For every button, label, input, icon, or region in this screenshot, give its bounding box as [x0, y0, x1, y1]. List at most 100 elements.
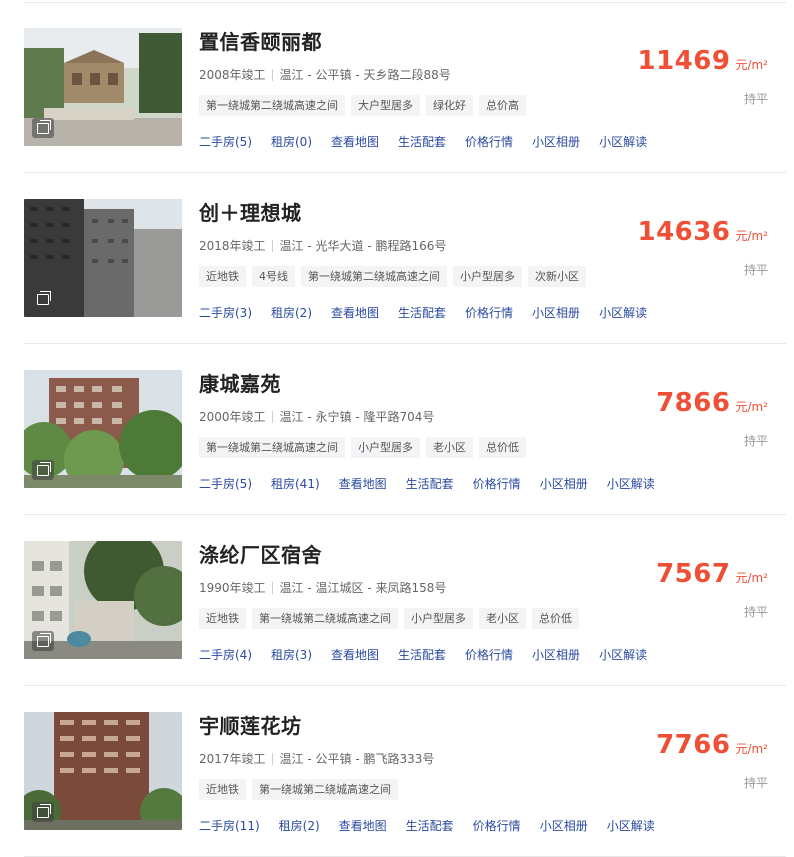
- average-price: 7866: [656, 388, 731, 418]
- analysis-link[interactable]: 小区解读: [607, 475, 655, 492]
- rental-link[interactable]: 租房(41): [271, 475, 320, 492]
- community-address: 温江 - 永宁镇 - 隆平路704号: [279, 410, 435, 424]
- tag: 总价高: [479, 95, 526, 116]
- community-name[interactable]: 创＋理想城: [199, 197, 302, 226]
- price-unit: 元/m²: [735, 400, 768, 414]
- meta-divider: [271, 752, 273, 765]
- amenities-link[interactable]: 生活配套: [406, 475, 454, 492]
- price-trend-link[interactable]: 价格行情: [465, 304, 513, 321]
- community-item: 宇顺莲花坊 2017年竣工 温江 - 公平镇 - 鹏飞路333号 近地铁 第一绕…: [0, 686, 794, 857]
- community-meta: 2017年竣工 温江 - 公平镇 - 鹏飞路333号: [199, 750, 434, 767]
- community-name[interactable]: 宇顺莲花坊: [199, 710, 302, 739]
- analysis-link[interactable]: 小区解读: [599, 646, 647, 663]
- secondhand-link[interactable]: 二手房(4): [199, 646, 252, 663]
- tag: 小户型居多: [351, 437, 420, 458]
- map-link[interactable]: 查看地图: [331, 133, 379, 150]
- price-trend-link[interactable]: 价格行情: [473, 475, 521, 492]
- build-year: 2000年竣工: [199, 410, 266, 424]
- album-link[interactable]: 小区相册: [532, 133, 580, 150]
- tag: 大户型居多: [351, 95, 420, 116]
- price-unit: 元/m²: [735, 58, 768, 72]
- album-link[interactable]: 小区相册: [532, 304, 580, 321]
- price-trend: 持平: [743, 605, 768, 619]
- price-block: 7766 元/m²: [656, 730, 768, 760]
- average-price: 14636: [637, 217, 731, 247]
- price-trend: 持平: [743, 434, 768, 448]
- price-trend-link[interactable]: 价格行情: [465, 646, 513, 663]
- community-meta: 2008年竣工 温江 - 公平镇 - 天乡路二段88号: [199, 66, 451, 83]
- map-link[interactable]: 查看地图: [339, 475, 387, 492]
- meta-divider: [271, 581, 273, 594]
- community-name[interactable]: 涤纶厂区宿舍: [199, 539, 322, 568]
- rental-link[interactable]: 租房(3): [271, 646, 312, 663]
- tag: 近地铁: [199, 266, 246, 287]
- secondhand-link[interactable]: 二手房(11): [199, 817, 260, 834]
- community-name[interactable]: 置信香颐丽都: [199, 26, 322, 55]
- price-trend-link[interactable]: 价格行情: [465, 133, 513, 150]
- build-year: 1990年竣工: [199, 581, 266, 595]
- tag: 小户型居多: [404, 608, 473, 629]
- community-item: 涤纶厂区宿舍 1990年竣工 温江 - 温江城区 - 来凤路158号 近地铁 第…: [0, 515, 794, 686]
- rental-link[interactable]: 租房(2): [271, 304, 312, 321]
- price-trend: 持平: [743, 92, 768, 106]
- tag-list: 近地铁 第一绕城第二绕城高速之间: [199, 779, 398, 800]
- meta-divider: [271, 239, 273, 252]
- map-link[interactable]: 查看地图: [339, 817, 387, 834]
- community-photo[interactable]: [24, 370, 182, 488]
- analysis-link[interactable]: 小区解读: [599, 133, 647, 150]
- analysis-link[interactable]: 小区解读: [607, 817, 655, 834]
- community-name[interactable]: 康城嘉苑: [199, 368, 281, 397]
- community-meta: 2018年竣工 温江 - 光华大道 - 鹏程路166号: [199, 237, 446, 254]
- community-item: 康城嘉苑 2000年竣工 温江 - 永宁镇 - 隆平路704号 第一绕城第二绕城…: [0, 344, 794, 515]
- photo-album-icon: [32, 802, 54, 822]
- community-photo[interactable]: [24, 541, 182, 659]
- map-link[interactable]: 查看地图: [331, 304, 379, 321]
- tag: 第一绕城第二绕城高速之间: [199, 95, 345, 116]
- secondhand-link[interactable]: 二手房(5): [199, 475, 252, 492]
- amenities-link[interactable]: 生活配套: [398, 646, 446, 663]
- community-meta: 1990年竣工 温江 - 温江城区 - 来凤路158号: [199, 579, 446, 596]
- community-address: 温江 - 公平镇 - 鹏飞路333号: [279, 752, 435, 766]
- community-address: 温江 - 温江城区 - 来凤路158号: [279, 581, 447, 595]
- tag: 总价低: [479, 437, 526, 458]
- secondhand-link[interactable]: 二手房(5): [199, 133, 252, 150]
- album-link[interactable]: 小区相册: [540, 817, 588, 834]
- photo-album-icon: [32, 631, 54, 651]
- tag: 小户型居多: [453, 266, 522, 287]
- rental-link[interactable]: 租房(2): [279, 817, 320, 834]
- price-trend: 持平: [743, 263, 768, 277]
- price-unit: 元/m²: [735, 571, 768, 585]
- community-photo[interactable]: [24, 712, 182, 830]
- price-trend: 持平: [743, 776, 768, 790]
- album-link[interactable]: 小区相册: [532, 646, 580, 663]
- amenities-link[interactable]: 生活配套: [398, 133, 446, 150]
- price-trend-link[interactable]: 价格行情: [473, 817, 521, 834]
- community-photo[interactable]: [24, 28, 182, 146]
- price-block: 14636 元/m²: [637, 217, 768, 247]
- build-year: 2018年竣工: [199, 239, 266, 253]
- tag: 绿化好: [426, 95, 473, 116]
- tag: 老小区: [479, 608, 526, 629]
- tag-list: 第一绕城第二绕城高速之间 小户型居多 老小区 总价低: [199, 437, 526, 458]
- amenities-link[interactable]: 生活配套: [406, 817, 454, 834]
- tag-list: 近地铁 4号线 第一绕城第二绕城高速之间 小户型居多 次新小区: [199, 266, 586, 287]
- price-unit: 元/m²: [735, 229, 768, 243]
- action-links: 二手房(5) 租房(0) 查看地图 生活配套 价格行情 小区相册 小区解读: [199, 133, 647, 150]
- tag-list: 第一绕城第二绕城高速之间 大户型居多 绿化好 总价高: [199, 95, 526, 116]
- album-link[interactable]: 小区相册: [540, 475, 588, 492]
- build-year: 2008年竣工: [199, 68, 266, 82]
- analysis-link[interactable]: 小区解读: [599, 304, 647, 321]
- tag: 次新小区: [528, 266, 586, 287]
- build-year: 2017年竣工: [199, 752, 266, 766]
- community-photo[interactable]: [24, 199, 182, 317]
- amenities-link[interactable]: 生活配套: [398, 304, 446, 321]
- tag: 4号线: [252, 266, 295, 287]
- map-link[interactable]: 查看地图: [331, 646, 379, 663]
- tag: 老小区: [426, 437, 473, 458]
- secondhand-link[interactable]: 二手房(3): [199, 304, 252, 321]
- rental-link[interactable]: 租房(0): [271, 133, 312, 150]
- tag: 第一绕城第二绕城高速之间: [252, 608, 398, 629]
- tag: 第一绕城第二绕城高速之间: [301, 266, 447, 287]
- action-links: 二手房(3) 租房(2) 查看地图 生活配套 价格行情 小区相册 小区解读: [199, 304, 647, 321]
- price-block: 7866 元/m²: [656, 388, 768, 418]
